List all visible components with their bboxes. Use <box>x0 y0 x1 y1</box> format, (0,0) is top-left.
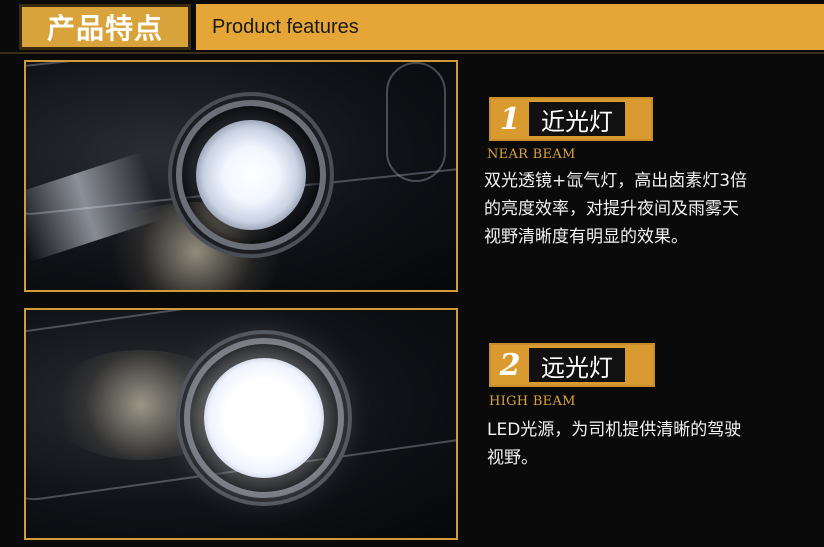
feature-number: 2 <box>491 345 529 385</box>
feature-description: 双光透镜+氙气灯，高出卤素灯3倍 的亮度效率，对提升夜间及雨雾天 视野清晰度有明… <box>484 167 814 251</box>
feature-title: 远光灯 <box>529 348 625 382</box>
description-line: 视野清晰度有明显的效果。 <box>484 227 688 247</box>
projector-lens-lit <box>204 358 324 478</box>
description-line: LED光源，为司机提供清晰的驾驶 <box>487 420 742 440</box>
header-bar: Product features 产品特点 <box>0 0 824 58</box>
feature-description: LED光源，为司机提供清晰的驾驶 视野。 <box>487 416 817 472</box>
description-line: 双光透镜+氙气灯，高出卤素灯3倍 <box>484 171 748 191</box>
turn-signal-edge <box>386 62 446 182</box>
projector-lens <box>196 120 306 230</box>
feature-subtitle-en: HIGH BEAM <box>489 394 576 409</box>
description-line: 的亮度效率，对提升夜间及雨雾天 <box>484 199 739 219</box>
header-title-cn: 产品特点 <box>19 4 191 50</box>
description-line: 视野。 <box>487 448 538 468</box>
header-divider <box>0 52 824 54</box>
header-title-en: Product features <box>196 4 824 50</box>
feature-title: 近光灯 <box>529 102 625 136</box>
high-beam-photo <box>24 308 458 540</box>
feature-badge-near-beam: 1 近光灯 <box>489 97 653 141</box>
feature-badge-high-beam: 2 远光灯 <box>489 343 655 387</box>
feature-subtitle-en: NEAR BEAM <box>487 147 576 162</box>
near-beam-photo <box>24 60 458 292</box>
feature-number: 1 <box>491 99 529 139</box>
